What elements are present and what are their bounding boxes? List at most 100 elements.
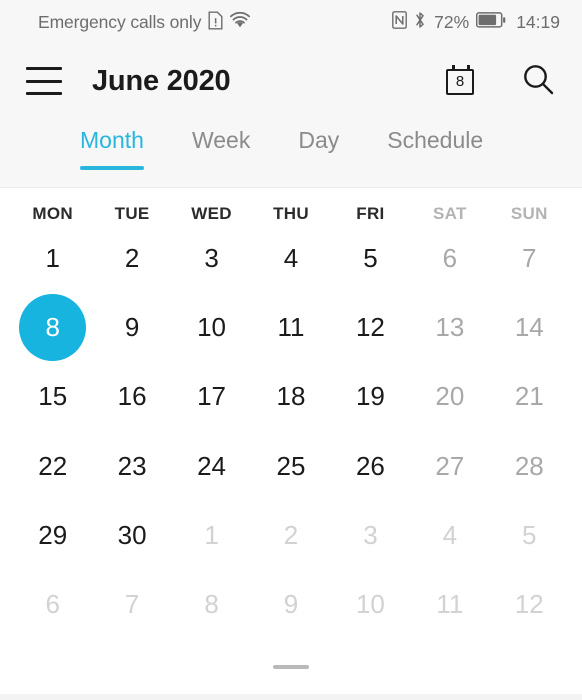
- day-cell[interactable]: 24: [172, 431, 251, 500]
- day-number: 4: [283, 243, 299, 274]
- day-number: 14: [514, 312, 544, 343]
- day-number: 3: [363, 519, 378, 550]
- day-cell[interactable]: 7: [92, 570, 171, 639]
- day-number: 9: [124, 312, 140, 343]
- header-actions: 8: [441, 61, 558, 101]
- page-title[interactable]: June 2020: [92, 65, 441, 98]
- day-cell[interactable]: 12: [331, 293, 410, 362]
- app-header: June 2020 8: [0, 45, 582, 117]
- day-number: 30: [117, 519, 147, 550]
- month-grid: 1 2 3 4 5 6 7 8 9 10 11 12 13 14 15 16 17 18 19 20 21 22 23 24 2…: [0, 224, 582, 639]
- tab-day[interactable]: Day: [298, 117, 339, 154]
- weekday-label-tue: TUE: [114, 204, 150, 223]
- day-number: 2: [283, 519, 299, 550]
- day-number: 1: [204, 519, 219, 550]
- day-number: 5: [522, 519, 537, 550]
- day-cell[interactable]: 8: [172, 570, 251, 639]
- day-cell[interactable]: 25: [251, 431, 330, 500]
- battery-icon: [476, 12, 506, 33]
- day-number: 22: [38, 450, 68, 481]
- day-number: 19: [355, 381, 385, 412]
- day-cell[interactable]: 2: [92, 224, 171, 293]
- day-cell[interactable]: 20: [410, 362, 489, 431]
- hamburger-line: [26, 79, 62, 83]
- day-cell[interactable]: 30: [92, 501, 171, 570]
- day-cell[interactable]: 2: [251, 501, 330, 570]
- day-cell[interactable]: 1: [172, 501, 251, 570]
- day-cell[interactable]: 21: [490, 362, 569, 431]
- day-number: 20: [435, 381, 465, 412]
- day-number: 5: [363, 243, 378, 274]
- calendar-today-icon: 8: [446, 65, 476, 97]
- day-cell[interactable]: 6: [410, 224, 489, 293]
- day-cell[interactable]: 15: [13, 362, 92, 431]
- day-number: 7: [522, 243, 537, 274]
- day-cell[interactable]: 12: [490, 570, 569, 639]
- carrier-label: Emergency calls only: [38, 12, 202, 32]
- day-cell[interactable]: 9: [251, 570, 330, 639]
- day-number: 12: [514, 588, 544, 619]
- weekday-label-fri: FRI: [356, 204, 385, 223]
- day-cell[interactable]: 9: [92, 293, 171, 362]
- day-cell[interactable]: 13: [410, 293, 489, 362]
- day-cell[interactable]: 16: [92, 362, 171, 431]
- day-cell[interactable]: 28: [490, 431, 569, 500]
- search-button[interactable]: [518, 61, 558, 101]
- day-number: 23: [117, 450, 147, 481]
- weekday-label-thu: THU: [273, 204, 309, 223]
- tab-schedule[interactable]: Schedule: [387, 117, 483, 154]
- day-number-today: 8: [19, 294, 87, 362]
- day-cell[interactable]: 27: [410, 431, 489, 500]
- day-cell[interactable]: 19: [331, 362, 410, 431]
- day-cell[interactable]: 5: [331, 224, 410, 293]
- hamburger-line: [26, 92, 62, 95]
- day-number: 18: [276, 381, 306, 412]
- hamburger-menu-icon[interactable]: [26, 67, 62, 95]
- day-cell[interactable]: 11: [410, 570, 489, 639]
- status-bar-left: Emergency calls only: [38, 11, 251, 35]
- home-gesture-indicator[interactable]: [273, 664, 309, 669]
- day-cell[interactable]: 3: [331, 501, 410, 570]
- day-cell[interactable]: 17: [172, 362, 251, 431]
- day-number: 10: [197, 312, 227, 343]
- day-cell[interactable]: 4: [251, 224, 330, 293]
- day-cell[interactable]: 3: [172, 224, 251, 293]
- day-number: 11: [277, 312, 305, 343]
- day-number: 11: [436, 588, 464, 619]
- day-number: 2: [124, 243, 140, 274]
- sim-alert-icon: [208, 11, 223, 35]
- go-to-today-button[interactable]: 8: [441, 61, 481, 101]
- tab-week[interactable]: Week: [192, 117, 250, 154]
- day-cell[interactable]: 18: [251, 362, 330, 431]
- day-cell[interactable]: 26: [331, 431, 410, 500]
- day-number: 6: [45, 588, 60, 619]
- bottom-navigation-area: [0, 639, 582, 694]
- day-cell[interactable]: 7: [490, 224, 569, 293]
- battery-percent-label: 72%: [434, 12, 470, 32]
- day-cell[interactable]: 29: [13, 501, 92, 570]
- wifi-icon: [230, 11, 251, 34]
- day-number: 15: [38, 381, 68, 412]
- day-cell[interactable]: 23: [92, 431, 171, 500]
- day-number: 10: [355, 588, 385, 619]
- day-number: 28: [514, 450, 544, 481]
- day-number: 16: [117, 381, 147, 412]
- nfc-icon: [392, 11, 408, 34]
- day-number: 3: [204, 243, 219, 274]
- day-cell[interactable]: 4: [410, 501, 489, 570]
- day-number: 8: [204, 588, 219, 619]
- day-cell[interactable]: 10: [172, 293, 251, 362]
- day-cell[interactable]: 5: [490, 501, 569, 570]
- day-cell[interactable]: 6: [13, 570, 92, 639]
- tab-month[interactable]: Month: [80, 117, 144, 170]
- day-cell[interactable]: 1: [13, 224, 92, 293]
- day-cell[interactable]: 22: [13, 431, 92, 500]
- day-number: 1: [45, 243, 60, 274]
- day-cell[interactable]: 10: [331, 570, 410, 639]
- search-icon: [521, 62, 555, 101]
- day-cell[interactable]: 8: [13, 293, 92, 362]
- status-bar-right: 72% 14:19: [392, 11, 560, 34]
- day-cell[interactable]: 11: [251, 293, 330, 362]
- day-cell[interactable]: 14: [490, 293, 569, 362]
- day-number: 9: [283, 588, 299, 619]
